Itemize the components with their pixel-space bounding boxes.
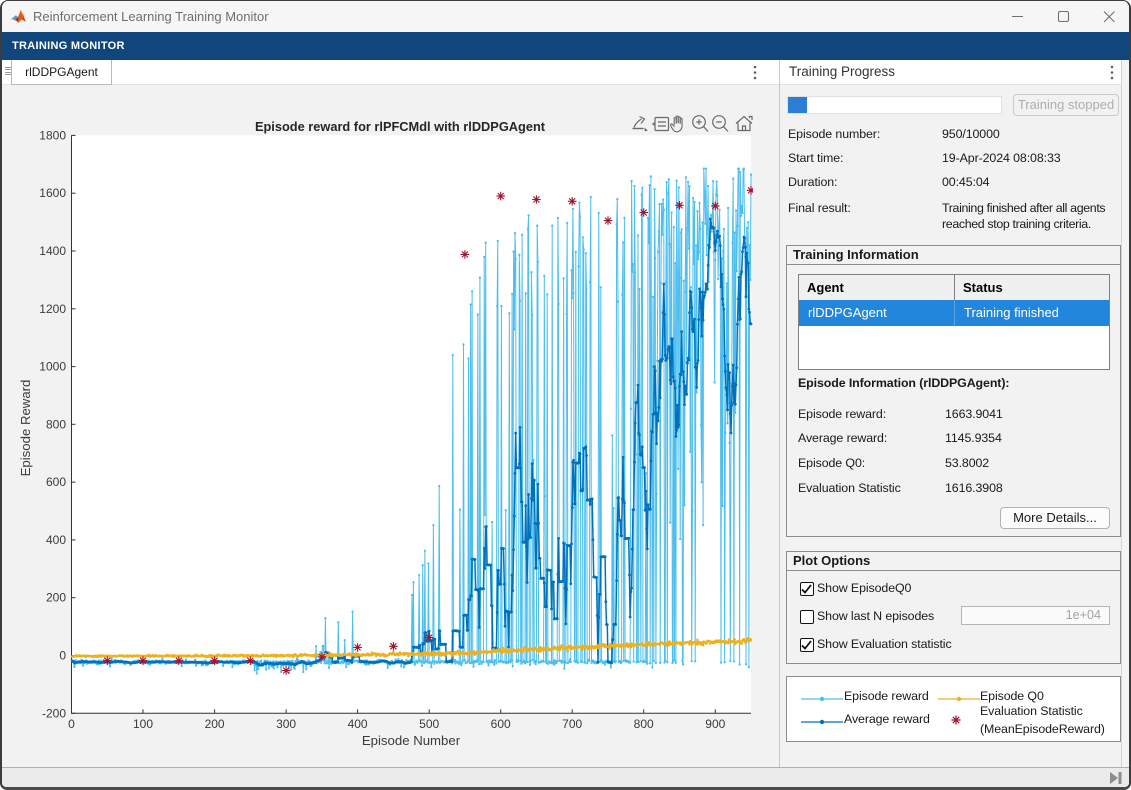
svg-text:100: 100 (133, 717, 153, 731)
svg-text:400: 400 (348, 717, 368, 731)
svg-text:1000: 1000 (39, 360, 66, 374)
svg-text:200: 200 (205, 717, 225, 731)
svg-text:1600: 1600 (39, 186, 66, 200)
svg-text:200: 200 (46, 591, 66, 605)
svg-text:800: 800 (46, 417, 66, 431)
svg-text:Episode Reward: Episode Reward (18, 380, 33, 477)
svg-text:1400: 1400 (39, 244, 66, 258)
svg-text:500: 500 (419, 717, 439, 731)
svg-text:700: 700 (562, 717, 582, 731)
svg-text:900: 900 (705, 717, 725, 731)
svg-text:1800: 1800 (39, 128, 66, 142)
svg-text:800: 800 (634, 717, 654, 731)
svg-text:-200: -200 (42, 706, 66, 720)
svg-text:600: 600 (491, 717, 511, 731)
svg-text:300: 300 (276, 717, 296, 731)
svg-text:0: 0 (68, 717, 75, 731)
svg-text:1200: 1200 (39, 302, 66, 316)
svg-text:Episode reward for rlPFCMdl wi: Episode reward for rlPFCMdl with rlDDPGA… (255, 119, 546, 134)
svg-text:400: 400 (46, 533, 66, 547)
svg-text:600: 600 (46, 475, 66, 489)
svg-text:0: 0 (59, 649, 66, 663)
svg-text:Episode Number: Episode Number (362, 733, 461, 748)
